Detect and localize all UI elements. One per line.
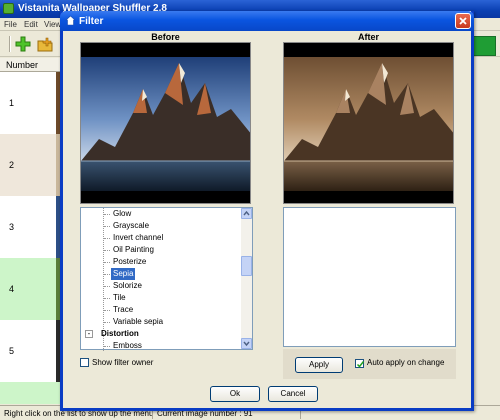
list-item[interactable]: 5 [0,320,62,382]
folder-plus-icon [37,37,53,52]
plus-icon [15,36,31,52]
row-number: 2 [9,160,15,170]
add-button[interactable] [14,35,32,53]
dialog-body: Before After Glow Grayscale Invert chann… [63,31,471,411]
after-preview-image [283,42,454,204]
show-filter-owner-label: Show filter owner [92,358,154,367]
tree-guide-line [104,250,110,251]
filter-dialog: Filter Before After Glow Grayscale Inver… [60,11,474,411]
cancel-button[interactable]: Cancel [268,386,318,402]
after-label: After [357,32,379,42]
row-number: 3 [9,222,15,232]
menu-edit[interactable]: Edit [24,20,38,29]
home-icon [65,15,76,26]
filter-category-distortion[interactable]: Distortion [99,328,141,340]
tree-guide-line [104,298,110,299]
auto-apply-checkbox[interactable] [355,359,365,368]
filter-item-solorize[interactable]: Solorize [111,280,144,292]
row-number: 4 [9,284,15,294]
filter-item-glow[interactable]: Glow [111,208,133,220]
before-preview-image [80,42,251,204]
filter-item-grayscale[interactable]: Grayscale [111,220,151,232]
list-item[interactable]: 4 [0,258,62,320]
filter-options-panel[interactable] [283,207,456,347]
tree-guide-line [104,238,110,239]
before-label: Before [151,32,180,42]
tree-guide-line [104,226,110,227]
tree-collapse-toggle[interactable]: - [85,330,93,338]
tree-guide-line [104,274,110,275]
image-list[interactable]: 1 2 3 4 5 [0,72,62,404]
filter-item-posterize[interactable]: Posterize [111,256,148,268]
chevron-up-icon [243,210,250,216]
filter-item-variable-sepia[interactable]: Variable sepia [111,316,165,328]
tree-guide-line [104,286,110,287]
menu-file[interactable]: File [4,20,17,29]
apply-button[interactable]: Apply [295,357,343,373]
tree-guide-line [104,322,110,323]
list-column-header[interactable]: Number [0,58,62,72]
row-number: 1 [9,98,15,108]
tree-guide-line [104,214,110,215]
checkmark-icon [356,361,365,368]
tree-guide-line [104,310,110,311]
row-number: 5 [9,346,15,356]
toolbar-separator [9,36,11,52]
app-icon [3,3,14,14]
filter-item-tile[interactable]: Tile [111,292,128,304]
scroll-up-button[interactable] [241,208,252,219]
dialog-titlebar[interactable]: Filter [60,11,474,31]
auto-apply-label: Auto apply on change [367,358,445,367]
chevron-down-icon [243,341,250,347]
close-icon [459,17,467,25]
ok-button[interactable]: Ok [210,386,260,402]
scroll-thumb[interactable] [241,256,252,276]
list-item[interactable]: 2 [0,134,62,196]
column-number-label: Number [6,60,39,70]
filter-item-invert-channel[interactable]: Invert channel [111,232,165,244]
show-filter-owner-checkbox[interactable] [80,358,89,367]
filter-tree[interactable]: Glow Grayscale Invert channel Oil Painti… [80,207,253,352]
list-item[interactable]: 1 [0,72,62,134]
tree-guide-line [104,346,110,347]
filter-item-trace[interactable]: Trace [111,304,135,316]
scroll-down-button[interactable] [241,338,252,349]
filter-list-scrollbar[interactable] [241,208,252,349]
dialog-title: Filter [79,16,104,27]
filter-item-oil-painting[interactable]: Oil Painting [111,244,156,256]
list-item[interactable]: 3 [0,196,62,258]
menu-view[interactable]: View [44,20,61,29]
filter-item-sepia[interactable]: Sepia [111,268,136,280]
close-button[interactable] [455,13,471,29]
tree-guide-line [104,262,110,263]
add-folder-button[interactable] [36,35,54,53]
apply-bar: Apply Auto apply on change [283,349,456,379]
filter-item-emboss[interactable]: Emboss [111,340,144,352]
list-item[interactable] [0,382,62,404]
